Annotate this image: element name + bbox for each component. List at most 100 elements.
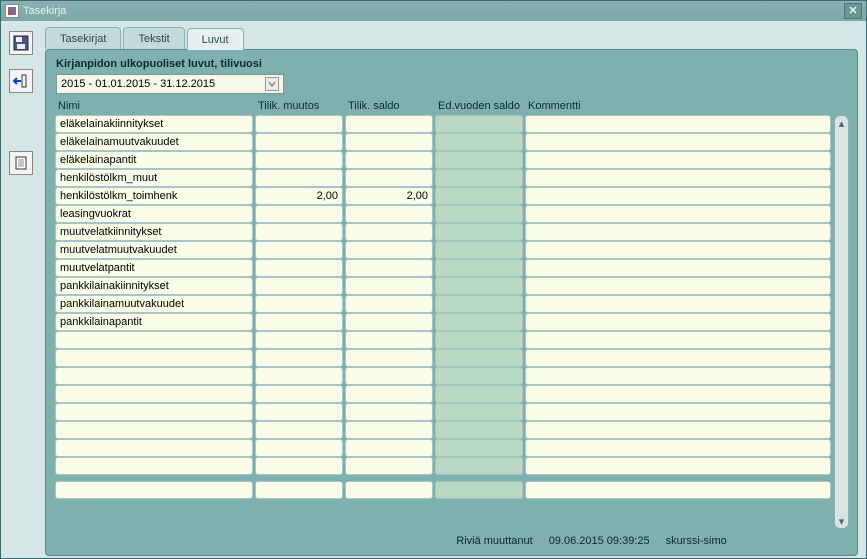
cell-ed[interactable]: [435, 277, 523, 295]
table-row[interactable]: [54, 349, 832, 367]
cell-saldo[interactable]: [345, 439, 433, 457]
cell-nimi[interactable]: [55, 439, 253, 457]
cell-nimi[interactable]: [55, 331, 253, 349]
cell-kommentti[interactable]: [525, 169, 831, 187]
table-row[interactable]: [54, 457, 832, 475]
table-row[interactable]: [54, 331, 832, 349]
cell-ed[interactable]: [435, 439, 523, 457]
cell-muutos[interactable]: [255, 349, 343, 367]
cell-muutos[interactable]: [255, 223, 343, 241]
cell-kommentti[interactable]: [525, 367, 831, 385]
cell-saldo[interactable]: [345, 367, 433, 385]
cell-muutos[interactable]: [255, 367, 343, 385]
table-row[interactable]: eläkelainamuutvakuudet: [54, 133, 832, 151]
cell-muutos[interactable]: [255, 313, 343, 331]
table-row[interactable]: muutvelatmuutvakuudet: [54, 241, 832, 259]
cell-nimi[interactable]: eläkelainapantit: [55, 151, 253, 169]
cell-muutos[interactable]: [255, 241, 343, 259]
cell-saldo[interactable]: [345, 313, 433, 331]
table-row[interactable]: leasingvuokrat: [54, 205, 832, 223]
cell-saldo[interactable]: [345, 169, 433, 187]
table-row[interactable]: pankkilainapantit: [54, 313, 832, 331]
cell-saldo[interactable]: [345, 205, 433, 223]
cell-kommentti[interactable]: [525, 349, 831, 367]
cell-kommentti[interactable]: [525, 481, 831, 499]
cell-ed[interactable]: [435, 115, 523, 133]
cell-saldo[interactable]: [345, 277, 433, 295]
cell-nimi[interactable]: henkilöstölkm_muut: [55, 169, 253, 187]
tab-luvut[interactable]: Luvut: [187, 28, 244, 50]
cell-ed[interactable]: [435, 223, 523, 241]
table-row[interactable]: pankkilainamuutvakuudet: [54, 295, 832, 313]
cell-muutos[interactable]: [255, 385, 343, 403]
cell-ed[interactable]: [435, 403, 523, 421]
back-button[interactable]: [9, 69, 33, 93]
cell-saldo[interactable]: [345, 151, 433, 169]
document-button[interactable]: [9, 151, 33, 175]
cell-ed[interactable]: [435, 385, 523, 403]
table-row[interactable]: henkilöstölkm_toimhenk2,002,00: [54, 187, 832, 205]
tab-tekstit[interactable]: Tekstit: [123, 27, 184, 49]
cell-saldo[interactable]: [345, 331, 433, 349]
cell-kommentti[interactable]: [525, 403, 831, 421]
cell-muutos[interactable]: [255, 277, 343, 295]
cell-kommentti[interactable]: [525, 313, 831, 331]
cell-saldo[interactable]: [345, 457, 433, 475]
cell-nimi[interactable]: [55, 457, 253, 475]
cell-saldo[interactable]: [345, 295, 433, 313]
cell-saldo[interactable]: [345, 403, 433, 421]
cell-nimi[interactable]: leasingvuokrat: [55, 205, 253, 223]
cell-saldo[interactable]: [345, 241, 433, 259]
cell-muutos[interactable]: [255, 457, 343, 475]
cell-saldo[interactable]: [345, 133, 433, 151]
cell-nimi[interactable]: eläkelainamuutvakuudet: [55, 133, 253, 151]
cell-kommentti[interactable]: [525, 259, 831, 277]
cell-saldo[interactable]: [345, 223, 433, 241]
tab-tasekirjat[interactable]: Tasekirjat: [45, 27, 121, 49]
cell-kommentti[interactable]: [525, 205, 831, 223]
cell-muutos[interactable]: [255, 151, 343, 169]
cell-nimi[interactable]: [55, 385, 253, 403]
cell-nimi[interactable]: [55, 481, 253, 499]
cell-muutos[interactable]: [255, 295, 343, 313]
cell-muutos[interactable]: [255, 403, 343, 421]
cell-muutos[interactable]: [255, 439, 343, 457]
table-row[interactable]: eläkelainakiinnitykset: [54, 115, 832, 133]
table-row[interactable]: [54, 421, 832, 439]
cell-muutos[interactable]: [255, 115, 343, 133]
cell-kommentti[interactable]: [525, 241, 831, 259]
cell-ed[interactable]: [435, 457, 523, 475]
table-row[interactable]: [54, 481, 832, 499]
cell-muutos[interactable]: [255, 481, 343, 499]
cell-kommentti[interactable]: [525, 151, 831, 169]
cell-nimi[interactable]: muutvelatmuutvakuudet: [55, 241, 253, 259]
cell-muutos[interactable]: [255, 331, 343, 349]
cell-kommentti[interactable]: [525, 187, 831, 205]
cell-muutos[interactable]: [255, 169, 343, 187]
cell-ed[interactable]: [435, 481, 523, 499]
table-row[interactable]: eläkelainapantit: [54, 151, 832, 169]
cell-saldo[interactable]: [345, 385, 433, 403]
cell-saldo[interactable]: [345, 115, 433, 133]
cell-muutos[interactable]: [255, 205, 343, 223]
cell-nimi[interactable]: pankkilainapantit: [55, 313, 253, 331]
cell-saldo[interactable]: [345, 259, 433, 277]
cell-ed[interactable]: [435, 295, 523, 313]
period-select[interactable]: 2015 - 01.01.2015 - 31.12.2015: [56, 74, 284, 94]
close-button[interactable]: ✕: [844, 3, 862, 19]
cell-kommentti[interactable]: [525, 133, 831, 151]
cell-kommentti[interactable]: [525, 277, 831, 295]
cell-nimi[interactable]: [55, 403, 253, 421]
cell-ed[interactable]: [435, 241, 523, 259]
cell-nimi[interactable]: muutvelatpantit: [55, 259, 253, 277]
cell-saldo[interactable]: [345, 481, 433, 499]
cell-muutos[interactable]: [255, 133, 343, 151]
scrollbar[interactable]: ▴ ▾: [834, 115, 849, 529]
cell-muutos[interactable]: [255, 259, 343, 277]
save-button[interactable]: [9, 31, 33, 55]
cell-kommentti[interactable]: [525, 457, 831, 475]
cell-saldo[interactable]: [345, 421, 433, 439]
cell-nimi[interactable]: henkilöstölkm_toimhenk: [55, 187, 253, 205]
cell-saldo[interactable]: [345, 349, 433, 367]
cell-kommentti[interactable]: [525, 115, 831, 133]
